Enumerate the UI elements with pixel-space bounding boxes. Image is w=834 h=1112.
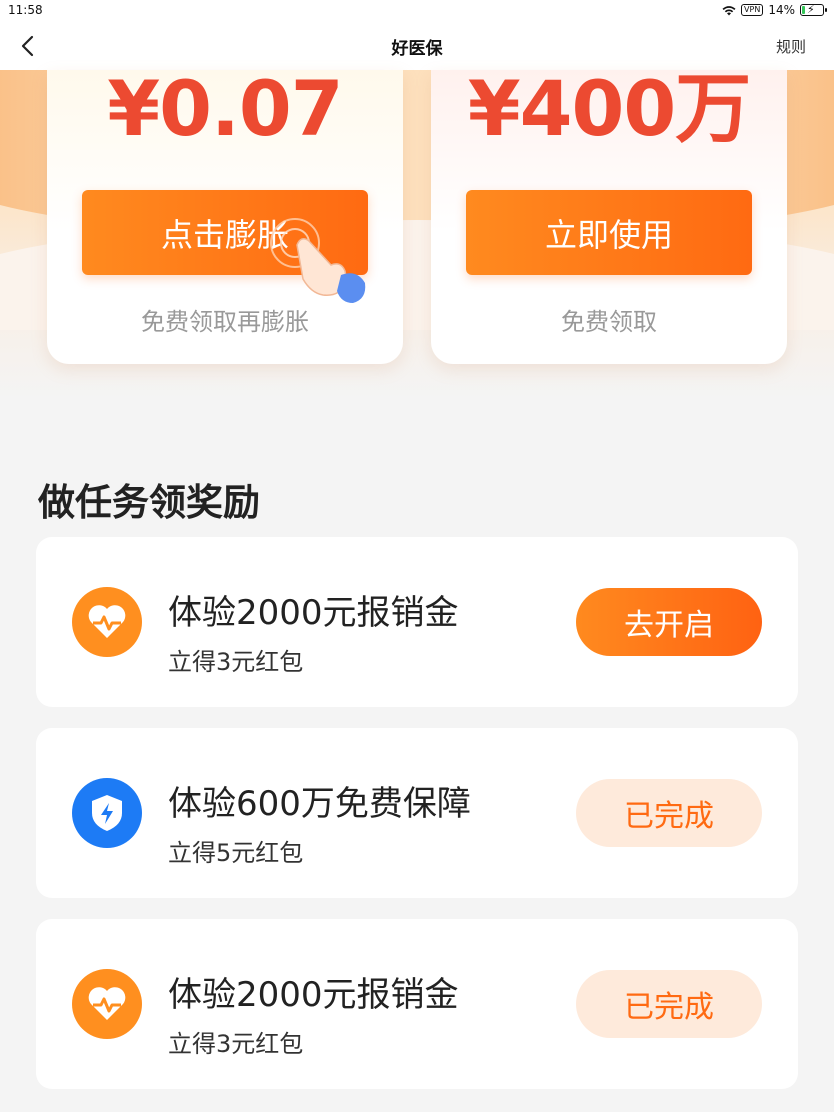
go-activate-button[interactable]: 去开启: [576, 588, 762, 656]
coupon-card-coverage: ¥400万 立即使用 免费领取: [431, 70, 787, 364]
coupon-amount: ¥0.07: [107, 64, 343, 153]
page-title: 好医保: [391, 38, 443, 59]
completed-button[interactable]: 已完成: [576, 779, 762, 847]
status-indicators: VPN 14% ⚡: [722, 3, 827, 17]
coupon-amount: ¥400万: [467, 64, 752, 153]
back-arrow-icon[interactable]: [18, 34, 38, 58]
wifi-icon: [722, 5, 736, 15]
rules-link[interactable]: 规则: [776, 36, 806, 57]
nav-bar: 好医保 规则: [0, 22, 834, 70]
task-reward: 立得5元红包: [168, 839, 304, 867]
coupon-card-inflate: ¥0.07 点击膨胀 免费领取再膨胀: [47, 70, 403, 364]
completed-button[interactable]: 已完成: [576, 970, 762, 1038]
task-title: 体验2000元报销金: [168, 593, 459, 633]
use-now-button[interactable]: 立即使用: [466, 190, 752, 275]
pointing-hand-icon: [270, 218, 366, 303]
task-card: 体验2000元报销金 立得3元红包 已完成: [36, 919, 798, 1089]
task-reward: 立得3元红包: [168, 648, 304, 676]
coupon-subtext: 免费领取: [561, 308, 657, 336]
task-card: 体验600万免费保障 立得5元红包 已完成: [36, 728, 798, 898]
battery-level: [802, 6, 806, 14]
status-time: 11:58: [8, 3, 43, 17]
task-card: 体验2000元报销金 立得3元红包 去开启: [36, 537, 798, 707]
heart-pulse-icon: [72, 587, 142, 657]
battery-icon: ⚡: [800, 3, 827, 16]
task-title: 体验2000元报销金: [168, 975, 459, 1015]
task-title: 体验600万免费保障: [168, 784, 471, 824]
shield-bolt-icon: [72, 778, 142, 848]
heart-pulse-icon: [72, 969, 142, 1039]
task-reward: 立得3元红包: [168, 1030, 304, 1058]
tasks-section-title: 做任务领奖励: [38, 481, 260, 524]
battery-percent: 14%: [768, 3, 795, 17]
charging-bolt-icon: ⚡: [807, 3, 815, 16]
vpn-badge: VPN: [741, 4, 764, 16]
status-bar: 11:58 VPN 14% ⚡: [0, 0, 834, 22]
